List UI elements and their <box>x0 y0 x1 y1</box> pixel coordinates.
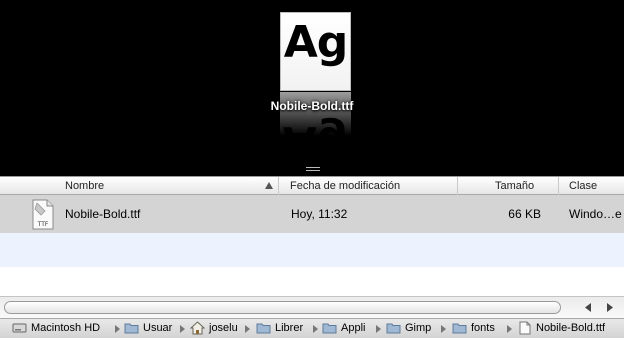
ttf-font-file-icon: TTF <box>32 199 54 230</box>
path-separator-icon <box>245 325 250 333</box>
path-bar: Macintosh HD Usuar joselu Librer Appli G… <box>0 318 624 338</box>
file-kind: Windo…e <box>569 207 622 221</box>
path-separator-icon <box>313 325 318 333</box>
cover-flow-view[interactable]: Ag Ag Nobile-Bold.ttf <box>0 0 624 176</box>
document-icon <box>519 321 531 335</box>
preview-glyph: Ag <box>283 17 349 68</box>
scroll-right-icon[interactable] <box>602 300 617 315</box>
home-icon <box>190 321 205 335</box>
path-separator-icon <box>376 325 381 333</box>
cover-flow-title: Nobile-Bold.ttf <box>270 99 354 113</box>
file-size: 66 KB <box>508 207 541 221</box>
file-row[interactable]: TTF Nobile-Bold.ttf Hoy, 11:32 66 KB Win… <box>0 195 624 233</box>
column-header-size[interactable]: Tamaño <box>458 177 559 195</box>
svg-text:TTF: TTF <box>37 221 49 228</box>
horizontal-scrollbar[interactable] <box>0 296 624 318</box>
column-header: Nombre Fecha de modificación Tamaño Clas… <box>0 176 624 195</box>
sort-ascending-icon <box>265 182 273 189</box>
path-separator-icon <box>180 325 185 333</box>
path-separator-icon <box>441 325 446 333</box>
folder-icon <box>124 323 139 334</box>
column-header-kind[interactable]: Clase <box>559 177 624 195</box>
file-modified: Hoy, 11:32 <box>291 207 348 221</box>
column-header-modified[interactable]: Fecha de modificación <box>279 177 458 195</box>
empty-row <box>0 233 624 267</box>
font-preview-thumbnail[interactable]: Ag <box>280 12 351 91</box>
folder-icon <box>386 323 401 334</box>
file-list: TTF Nobile-Bold.ttf Hoy, 11:32 66 KB Win… <box>0 195 624 295</box>
file-name: Nobile-Bold.ttf <box>65 207 141 221</box>
column-header-name[interactable]: Nombre <box>0 177 279 195</box>
resize-grip-icon[interactable] <box>306 165 320 174</box>
scroll-left-icon[interactable] <box>581 300 596 315</box>
folder-icon <box>452 323 467 334</box>
scroll-thumb[interactable] <box>4 301 561 314</box>
path-separator-icon <box>507 325 512 333</box>
empty-row <box>0 267 624 295</box>
path-separator-icon <box>115 325 120 333</box>
folder-icon <box>256 323 271 334</box>
folder-icon <box>322 323 337 334</box>
hard-drive-icon <box>12 323 27 333</box>
